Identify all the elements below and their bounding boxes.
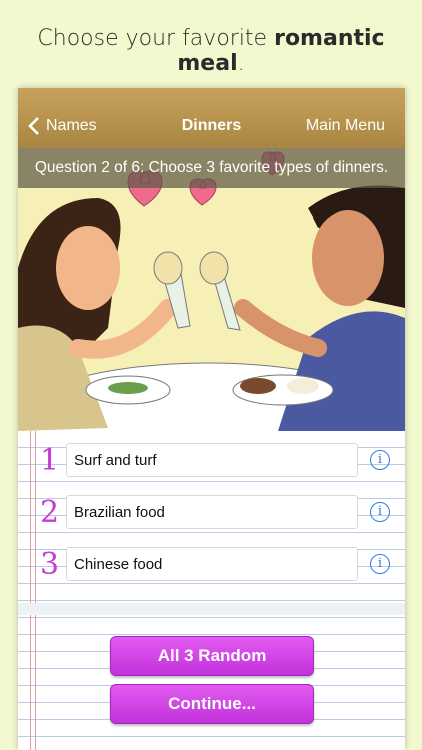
choice-row-1: 1 Surf and turf i [18,441,405,481]
paper-tear [18,603,405,615]
illustration-art [18,148,405,431]
info-icon[interactable]: i [370,450,390,470]
app-screen: Names Dinners Main Menu Question 2 of 6:… [18,88,405,750]
headline-suffix: . [237,51,245,76]
navigation-bar: Names Dinners Main Menu [18,88,405,148]
choice-number: 2 [40,495,60,530]
info-icon[interactable]: i [370,502,390,522]
continue-button[interactable]: Continue... [110,684,314,724]
headline-prefix: Choose your favorite [37,26,275,51]
question-banner: Question 2 of 6: Choose 3 favorite types… [18,148,405,188]
choice-number: 3 [40,547,60,582]
choice-row-3: 3 Chinese food i [18,545,405,585]
main-menu-button[interactable]: Main Menu [306,117,385,135]
couple-dinner-illustration [18,148,405,431]
choice-input-3[interactable]: Chinese food [66,547,358,581]
info-icon[interactable]: i [370,554,390,574]
choice-number: 1 [40,443,60,478]
all-random-button[interactable]: All 3 Random [110,636,314,676]
choice-input-2[interactable]: Brazilian food [66,495,358,529]
promo-headline: Choose your favorite romantic meal. [0,26,422,76]
choice-row-2: 2 Brazilian food i [18,493,405,533]
choice-input-1[interactable]: Surf and turf [66,443,358,477]
